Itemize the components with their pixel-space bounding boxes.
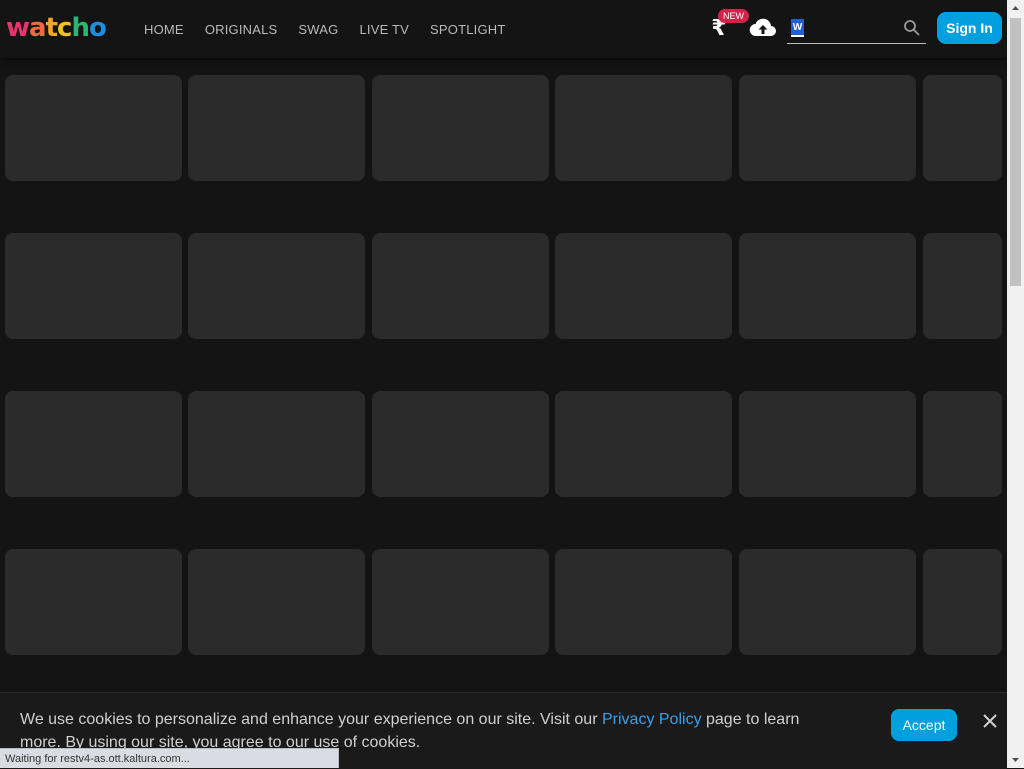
content-tile-placeholder[interactable] bbox=[555, 391, 732, 497]
nav-spotlight[interactable]: SPOTLIGHT bbox=[430, 22, 505, 37]
logo-letter: c bbox=[57, 13, 72, 43]
vertical-scrollbar[interactable] bbox=[1007, 0, 1024, 768]
accept-cookies-button[interactable]: Accept bbox=[891, 709, 957, 741]
content-tile-placeholder[interactable] bbox=[188, 549, 365, 655]
nav-home[interactable]: HOME bbox=[144, 22, 184, 37]
cookie-text-start: We use cookies to personalize and enhanc… bbox=[20, 711, 602, 728]
sign-in-button[interactable]: Sign In bbox=[937, 12, 1002, 44]
logo-letter: o bbox=[88, 13, 107, 43]
search-icon[interactable] bbox=[903, 19, 921, 37]
content-tile-placeholder[interactable] bbox=[188, 233, 365, 339]
content-tile-placeholder[interactable] bbox=[923, 391, 1002, 497]
content-tile-placeholder[interactable] bbox=[5, 549, 182, 655]
main-nav: HOME ORIGINALS SWAG LIVE TV SPOTLIGHT bbox=[144, 0, 506, 58]
scroll-down-arrow-icon[interactable] bbox=[1007, 751, 1024, 768]
search-input[interactable] bbox=[809, 17, 903, 41]
cloud-upload-icon[interactable] bbox=[749, 15, 777, 41]
content-tile-placeholder[interactable] bbox=[5, 233, 182, 339]
content-tile-placeholder[interactable] bbox=[739, 391, 916, 497]
logo-letter: t bbox=[45, 13, 58, 43]
content-tile-placeholder[interactable] bbox=[923, 549, 1002, 655]
content-tile-placeholder[interactable] bbox=[923, 75, 1002, 181]
browser-status-bar: Waiting for restv4-as.ott.kaltura.com... bbox=[0, 748, 339, 768]
new-badge: NEW bbox=[718, 9, 749, 23]
top-header: watcho HOME ORIGINALS SWAG LIVE TV SPOTL… bbox=[0, 0, 1007, 58]
content-tile-placeholder[interactable] bbox=[739, 549, 916, 655]
content-tile-placeholder[interactable] bbox=[188, 391, 365, 497]
logo-letter: w bbox=[6, 13, 30, 43]
logo-letter: a bbox=[29, 13, 47, 43]
nav-swag[interactable]: SWAG bbox=[298, 22, 338, 37]
content-tile-placeholder[interactable] bbox=[188, 75, 365, 181]
nav-live-tv[interactable]: LIVE TV bbox=[359, 22, 409, 37]
content-tile-placeholder[interactable] bbox=[372, 391, 549, 497]
content-tile-placeholder[interactable] bbox=[923, 233, 1002, 339]
content-tile-placeholder[interactable] bbox=[555, 549, 732, 655]
search-box: W bbox=[787, 13, 926, 44]
search-badge-icon: W bbox=[791, 19, 804, 37]
content-tile-placeholder[interactable] bbox=[372, 75, 549, 181]
content-tile-placeholder[interactable] bbox=[555, 233, 732, 339]
privacy-policy-link[interactable]: Privacy Policy bbox=[602, 711, 702, 728]
close-icon[interactable] bbox=[980, 711, 1000, 731]
content-tile-placeholder[interactable] bbox=[739, 75, 916, 181]
scroll-up-arrow-icon[interactable] bbox=[1007, 0, 1024, 17]
nav-originals[interactable]: ORIGINALS bbox=[205, 22, 278, 37]
watcho-logo[interactable]: watcho bbox=[6, 10, 107, 46]
content-tile-placeholder[interactable] bbox=[372, 549, 549, 655]
content-tile-placeholder[interactable] bbox=[5, 75, 182, 181]
content-tile-placeholder[interactable] bbox=[5, 391, 182, 497]
scroll-thumb[interactable] bbox=[1010, 18, 1021, 286]
content-tile-placeholder[interactable] bbox=[555, 75, 732, 181]
content-tile-placeholder[interactable] bbox=[372, 233, 549, 339]
logo-letter: h bbox=[71, 13, 89, 43]
content-tile-placeholder[interactable] bbox=[739, 233, 916, 339]
